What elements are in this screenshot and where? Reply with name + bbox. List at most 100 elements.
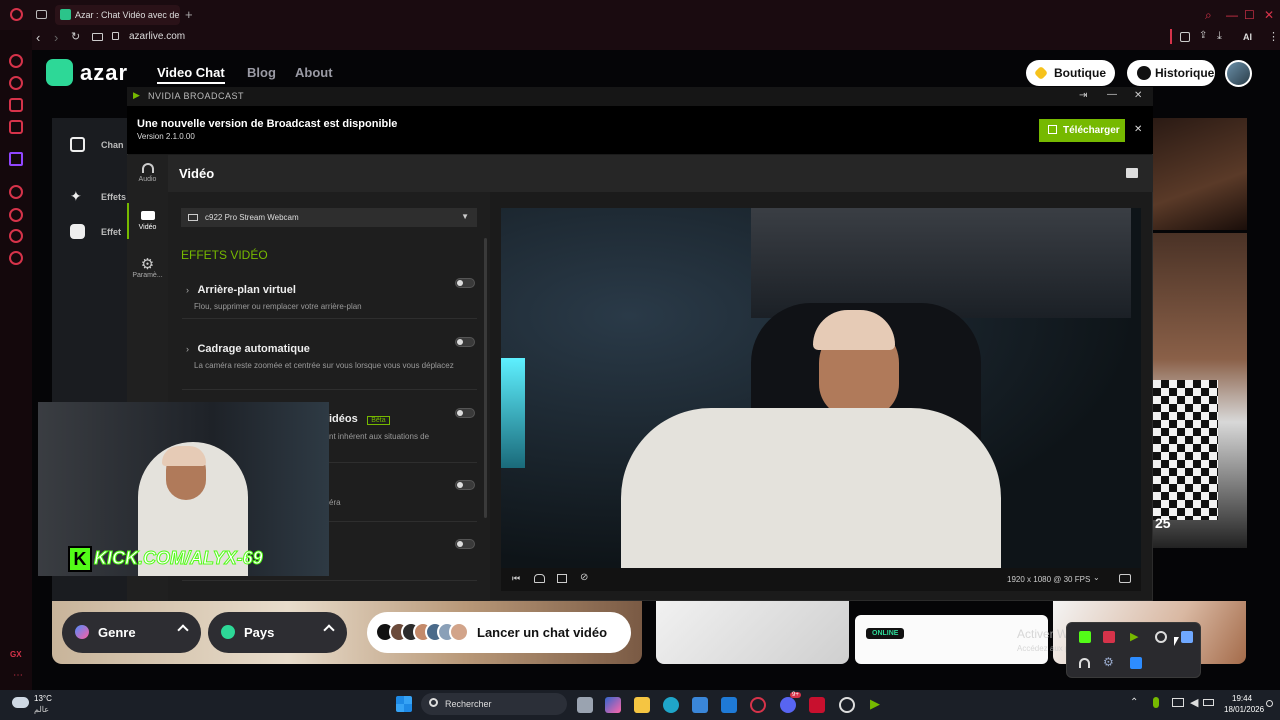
back-icon[interactable]: ‹ — [36, 30, 40, 45]
url-field[interactable]: azarlive.com — [129, 31, 185, 42]
panel-scrollbar[interactable] — [484, 238, 487, 518]
nvidia-broadcast-taskbar-icon[interactable]: ▶ — [870, 696, 880, 712]
tray-app-2-icon[interactable] — [1103, 631, 1115, 643]
task-view-icon[interactable] — [577, 697, 593, 713]
tray-gear-icon[interactable]: ⚙ — [1103, 655, 1114, 669]
minimize-window-button[interactable]: — — [1226, 8, 1238, 22]
tray-app-1-icon[interactable] — [1079, 631, 1091, 643]
player-icon[interactable] — [9, 185, 23, 199]
volume-icon[interactable]: ◀ — [1190, 696, 1198, 709]
edge-icon[interactable] — [663, 697, 679, 713]
change-icon[interactable] — [70, 137, 85, 152]
partner-thumbnail-1[interactable] — [1153, 118, 1247, 230]
resolution-label[interactable]: 1920 x 1080 @ 30 FPS — [1007, 575, 1090, 584]
close-window-button[interactable]: ✕ — [1264, 8, 1274, 22]
microphone-icon[interactable] — [1153, 697, 1159, 708]
tray-headset-icon[interactable] — [1079, 658, 1090, 668]
azar-logo[interactable]: azar — [80, 60, 128, 86]
nav-video-chat[interactable]: Video Chat — [157, 65, 225, 84]
weather-city[interactable]: عالم — [34, 705, 49, 714]
nav-about[interactable]: About — [295, 65, 333, 80]
rail-video[interactable]: Vidéo — [127, 211, 168, 231]
profile-avatar[interactable] — [1225, 60, 1252, 87]
forward-icon[interactable]: › — [54, 30, 58, 45]
device-select[interactable]: c922 Pro Stream Webcam ▼ — [181, 208, 477, 227]
bottom-thumbnail-1[interactable] — [656, 601, 849, 664]
extensions-icon[interactable] — [1180, 32, 1190, 42]
camera-icon[interactable] — [92, 33, 103, 41]
mail-icon[interactable] — [721, 697, 737, 713]
virtual-background-toggle[interactable] — [455, 278, 475, 288]
share-icon[interactable]: ⇪ — [1199, 30, 1207, 41]
reload-icon[interactable]: ↻ — [71, 30, 80, 43]
taskbar-search[interactable]: Rechercher — [421, 693, 567, 715]
gx-icon[interactable]: GX — [10, 650, 22, 659]
launch-chat-button[interactable]: Lancer un chat vidéo — [367, 612, 631, 653]
twitch-icon[interactable] — [9, 152, 23, 166]
more-icon[interactable]: ⋯ — [13, 670, 23, 681]
face-icon[interactable] — [70, 224, 85, 239]
tray-nvidia-icon[interactable]: ▶ — [1130, 630, 1138, 643]
effects-label[interactable]: Effets — [101, 192, 126, 202]
effect-item-auto-frame[interactable]: › Cadrage automatique La caméra reste zo… — [186, 339, 476, 371]
effects-label-2[interactable]: Effet — [101, 227, 121, 237]
copilot-icon[interactable] — [605, 697, 621, 713]
workspaces-icon[interactable] — [36, 10, 47, 19]
compact-view-icon[interactable]: ⇥ — [1079, 90, 1087, 101]
weather-temp[interactable]: 13°C — [34, 694, 52, 703]
discord-icon[interactable] — [780, 697, 796, 713]
aria-icon[interactable] — [9, 54, 23, 68]
change-label[interactable]: Chan — [101, 140, 124, 150]
rail-audio[interactable]: Audio — [127, 163, 168, 183]
search-tabs-icon[interactable]: ⌕ — [1205, 8, 1212, 23]
obs-icon[interactable] — [839, 697, 855, 713]
store-icon[interactable] — [692, 697, 708, 713]
maximize-window-button[interactable]: ☐ — [1244, 8, 1255, 22]
browser-tab-azar[interactable]: Azar : Chat Vidéo avec de — [55, 5, 180, 25]
azar-logo-icon[interactable] — [46, 59, 73, 86]
nav-blog[interactable]: Blog — [247, 65, 276, 80]
opera-logo-icon[interactable] — [10, 8, 23, 21]
settings-icon[interactable] — [9, 251, 23, 265]
app-red-icon[interactable] — [809, 697, 825, 713]
auto-frame-toggle[interactable] — [455, 337, 475, 347]
aria-ai-button[interactable]: AI — [1243, 32, 1252, 42]
update-close-button[interactable]: ✕ — [1134, 124, 1142, 135]
pinboard-icon[interactable] — [9, 229, 23, 243]
effect-item-virtual-background[interactable]: › Arrière-plan virtuel Flou, supprimer o… — [186, 280, 476, 312]
resolution-chevron-icon[interactable]: ⌄ — [1093, 573, 1100, 582]
boutique-button[interactable]: Boutique — [1026, 60, 1115, 86]
clock-time[interactable]: 19:44 — [1232, 694, 1252, 703]
menu-icon[interactable]: ⋮ — [1268, 30, 1279, 43]
magic-wand-icon[interactable]: ✦ — [70, 188, 82, 205]
opera-gx-icon[interactable] — [750, 697, 766, 713]
tray-app-8-icon[interactable] — [1130, 657, 1142, 669]
nv-close-button[interactable]: ✕ — [1134, 90, 1142, 101]
hide-preview-icon[interactable]: ⊘ — [580, 572, 588, 583]
download-button[interactable]: Télécharger — [1039, 119, 1125, 142]
tray-app-4-icon[interactable] — [1155, 631, 1167, 643]
file-explorer-icon[interactable] — [634, 697, 650, 713]
instagram-icon[interactable] — [9, 120, 23, 134]
gpu-stats-icon[interactable] — [1119, 574, 1131, 583]
historique-button[interactable]: Historique — [1127, 60, 1215, 86]
notifications-icon[interactable] — [1266, 700, 1273, 707]
effect-5-toggle[interactable] — [455, 539, 475, 549]
new-tab-button[interactable]: + — [185, 7, 193, 22]
tray-app-5-icon[interactable] — [1181, 631, 1193, 643]
windows-start-icon[interactable] — [396, 696, 412, 712]
skip-icon[interactable]: ⏮ — [512, 573, 520, 584]
history-icon[interactable] — [9, 208, 23, 222]
feedback-icon[interactable] — [1126, 168, 1138, 178]
people-icon[interactable] — [534, 574, 545, 583]
pays-selector[interactable]: Pays — [208, 612, 347, 653]
battery-icon[interactable] — [1203, 699, 1214, 706]
effect-3-toggle[interactable] — [455, 408, 475, 418]
nv-minimize-button[interactable]: — — [1107, 89, 1117, 100]
clock-date[interactable]: 18/01/2026 — [1224, 705, 1264, 714]
rail-settings[interactable]: ⚙ Paramè... — [127, 257, 168, 279]
effect-4-toggle[interactable] — [455, 480, 475, 490]
download-icon[interactable]: ⤓ — [1217, 30, 1222, 43]
snapshot-icon[interactable] — [557, 574, 567, 583]
messenger-icon[interactable] — [9, 76, 23, 90]
